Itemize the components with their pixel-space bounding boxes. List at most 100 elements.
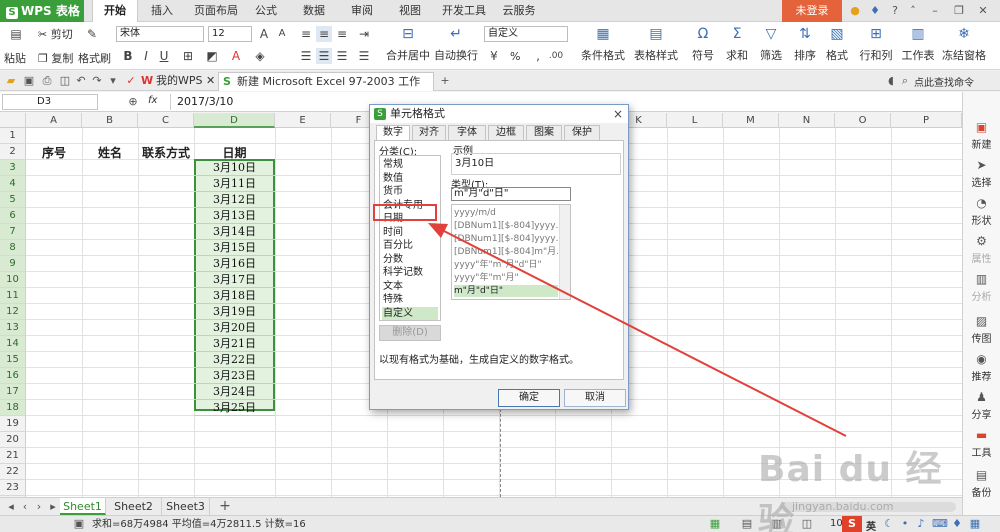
- currency-icon[interactable]: ¥: [486, 48, 502, 64]
- conditional-format-button[interactable]: ▦ 条件格式: [578, 24, 628, 68]
- fx-button[interactable]: fx: [148, 95, 157, 106]
- col-header[interactable]: P: [891, 113, 962, 128]
- app-menu-button[interactable]: SWPS 表格 ▾: [0, 0, 84, 40]
- row-header[interactable]: 11: [0, 288, 26, 304]
- date-cell[interactable]: 3月14日: [194, 224, 275, 240]
- cancel-button[interactable]: 取消: [564, 389, 626, 407]
- open-icon[interactable]: ▰: [4, 74, 18, 88]
- panel-share[interactable]: ♟ 分享: [963, 390, 1000, 421]
- row-header[interactable]: 10: [0, 272, 26, 288]
- filter-button[interactable]: ▽ 筛选: [756, 24, 786, 68]
- col-header[interactable]: A: [26, 113, 82, 128]
- row-header[interactable]: 3: [0, 160, 26, 176]
- type-list-item[interactable]: [DBNum1][$-804]yyyy…: [454, 220, 558, 232]
- row-header[interactable]: 1: [0, 128, 26, 144]
- last-sheet-icon[interactable]: ▸: [46, 500, 60, 514]
- tab-insert[interactable]: 插入: [142, 0, 182, 22]
- col-header[interactable]: E: [275, 113, 331, 128]
- undo-icon[interactable]: ↶: [74, 74, 88, 88]
- normal-view-icon[interactable]: ▦: [708, 517, 722, 531]
- category-item[interactable]: 时间: [382, 226, 438, 239]
- dialog-tab-pattern[interactable]: 图案: [526, 125, 562, 140]
- add-sheet-icon[interactable]: +: [218, 499, 232, 513]
- close-icon[interactable]: ✕: [976, 4, 990, 18]
- next-sheet-icon[interactable]: ›: [32, 500, 46, 514]
- panel-recommend[interactable]: ◉ 推荐: [963, 352, 1000, 383]
- dialog-tab-protection[interactable]: 保护: [564, 125, 600, 140]
- sheet-tab-3[interactable]: Sheet3: [162, 498, 210, 515]
- row-header[interactable]: 15: [0, 352, 26, 368]
- row-header[interactable]: 21: [0, 448, 26, 464]
- col-header[interactable]: M: [723, 113, 779, 128]
- merge-center-button[interactable]: ⊟ 合并居中: [382, 24, 434, 68]
- category-item[interactable]: 自定义: [382, 306, 438, 320]
- corner-select-all[interactable]: [0, 113, 26, 128]
- tab-active-document[interactable]: S新建 Microsoft Excel 97-2003 工作表.xls *: [218, 72, 434, 106]
- type-list[interactable]: yyyy/m/d [DBNum1][$-804]yyyy… [DBNum1][$-8…: [451, 204, 571, 300]
- align-right-icon[interactable]: ☰: [334, 48, 350, 64]
- sort-button[interactable]: ⇅ 排序: [790, 24, 820, 68]
- ok-button[interactable]: 确定: [498, 389, 560, 407]
- row-header[interactable]: 9: [0, 256, 26, 272]
- delete-button[interactable]: 删除(D): [379, 325, 441, 341]
- increase-font-icon[interactable]: A: [256, 26, 272, 42]
- symbol-button[interactable]: Ω 符号: [688, 24, 718, 68]
- toolbox-icon[interactable]: ▦: [968, 517, 982, 531]
- freeze-button[interactable]: ❄ 冻结窗格: [940, 24, 988, 68]
- row-header[interactable]: 16: [0, 368, 26, 384]
- date-cell[interactable]: 3月17日: [194, 272, 275, 288]
- panel-shape[interactable]: ◔ 形状: [963, 196, 1000, 227]
- date-cell[interactable]: 3月22日: [194, 352, 275, 368]
- tab-close-icon[interactable]: ✕: [206, 74, 215, 87]
- first-sheet-icon[interactable]: ◂: [4, 500, 18, 514]
- decrease-font-icon[interactable]: A: [274, 26, 290, 42]
- type-list-item[interactable]: [DBNum1][$-804]yyyy…: [454, 233, 558, 245]
- category-item[interactable]: 数值: [382, 172, 438, 185]
- category-item[interactable]: 百分比: [382, 239, 438, 252]
- tab-cloud[interactable]: 云服务: [496, 0, 542, 22]
- more-icon[interactable]: ▾: [106, 74, 120, 88]
- panel-upload-image[interactable]: ▨ 传图: [963, 314, 1000, 345]
- preview-icon[interactable]: ◫: [58, 74, 72, 88]
- panel-select[interactable]: ➤ 选择: [963, 158, 1000, 189]
- date-cell[interactable]: 3月19日: [194, 304, 275, 320]
- date-cell[interactable]: 3月21日: [194, 336, 275, 352]
- tab-home[interactable]: 开始: [92, 0, 138, 23]
- wrap-text-button[interactable]: ↵ 自动换行: [434, 24, 478, 68]
- date-cell[interactable]: 3月16日: [194, 256, 275, 272]
- redo-icon[interactable]: ↷: [90, 74, 104, 88]
- clear-icon[interactable]: ◈: [252, 48, 268, 64]
- tab-view[interactable]: 视图: [392, 0, 428, 22]
- align-left-icon[interactable]: ☰: [298, 48, 314, 64]
- tab-formula[interactable]: 公式: [248, 0, 284, 22]
- date-cell[interactable]: 3月23日: [194, 368, 275, 384]
- row-header[interactable]: 20: [0, 432, 26, 448]
- dialog-tab-border[interactable]: 边框: [488, 125, 524, 140]
- indent-icon[interactable]: ⇥: [356, 26, 372, 42]
- row-header[interactable]: 22: [0, 464, 26, 480]
- help-icon[interactable]: ?: [888, 4, 902, 18]
- tab-my-wps[interactable]: W 我的WPS ✕: [138, 72, 218, 91]
- skin-icon[interactable]: ●: [848, 4, 862, 18]
- bold-icon[interactable]: B: [120, 48, 136, 64]
- font-color-icon[interactable]: A: [228, 48, 244, 64]
- dialog-tab-alignment[interactable]: 对齐: [412, 125, 446, 140]
- minimize-icon[interactable]: –: [928, 4, 942, 18]
- tab-review[interactable]: 审阅: [344, 0, 380, 22]
- format-painter-button[interactable]: 格式刷: [78, 50, 111, 66]
- name-box[interactable]: D3: [2, 94, 98, 110]
- date-cell[interactable]: 3月10日: [194, 160, 275, 176]
- paste-button[interactable]: 粘贴: [4, 50, 26, 66]
- dialog-close-icon[interactable]: ×: [610, 106, 626, 122]
- page-view-icon[interactable]: ▤: [740, 517, 754, 531]
- category-list[interactable]: 常规 数值 货币 会计专用 日期 时间 百分比 分数 科学记数 文本 特殊 自定义: [379, 155, 441, 321]
- collapse-icon[interactable]: ˄: [906, 4, 920, 18]
- save-icon[interactable]: ▣: [22, 74, 36, 88]
- tab-data[interactable]: 数据: [296, 0, 332, 22]
- panel-analysis[interactable]: ▥ 分析: [963, 272, 1000, 303]
- panel-tools[interactable]: ▬ 工具: [963, 428, 1000, 459]
- header-cell-contact[interactable]: 联系方式: [136, 144, 196, 161]
- cut-button[interactable]: ✂ 剪切: [38, 26, 73, 42]
- align-middle-icon[interactable]: ≡: [316, 26, 332, 42]
- copy-button[interactable]: ❐ 复制: [38, 50, 73, 66]
